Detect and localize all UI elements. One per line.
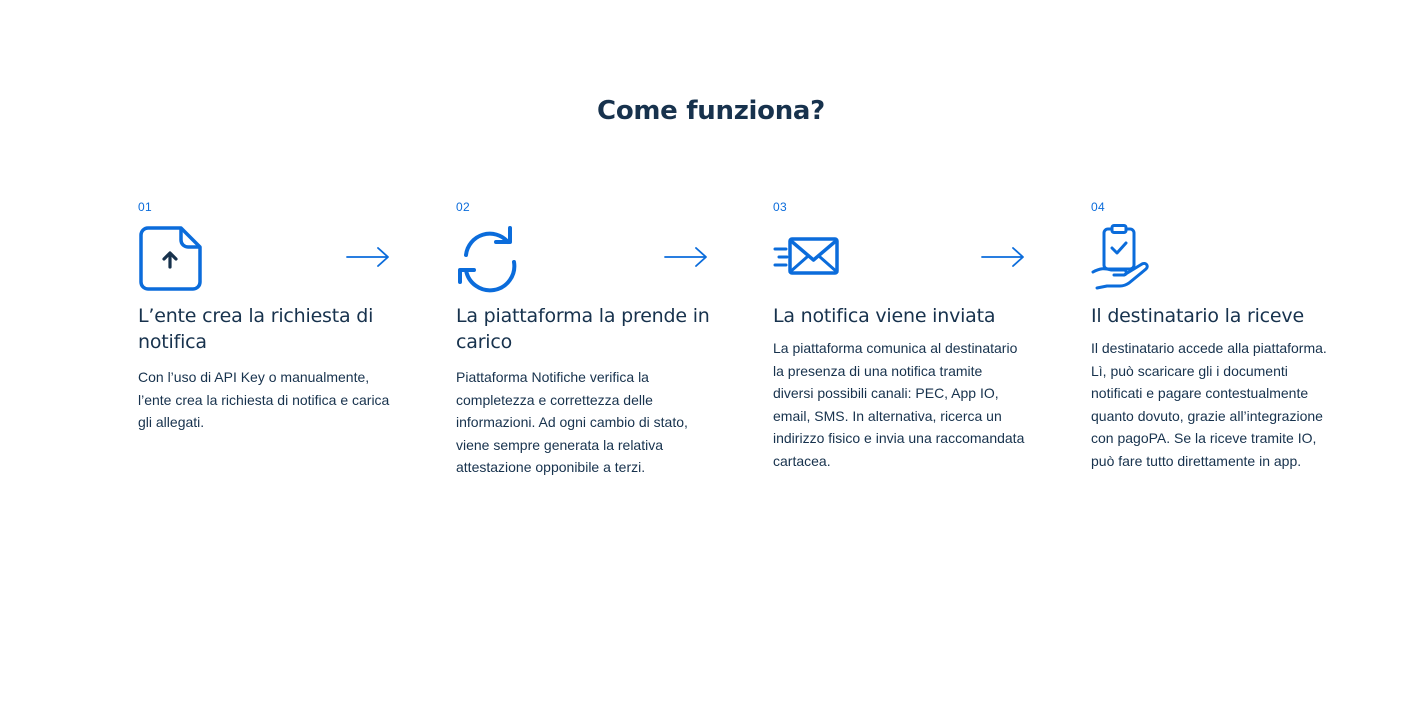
step-text: Piattaforma Notifiche verifica la comple… (456, 369, 688, 475)
arrow-right-icon (346, 247, 389, 267)
step-title: La piattaforma la prende in carico (456, 305, 710, 353)
section-title: Come funziona? (597, 96, 825, 126)
send-mail-icon (773, 224, 843, 294)
file-upload-icon (138, 224, 208, 294)
step-number: 02 (456, 200, 470, 214)
step-text: Con l’uso di API Key o manualmente, l’en… (138, 369, 390, 430)
arrow-right-icon (664, 247, 707, 267)
step-number: 03 (773, 200, 787, 214)
arrow-right-icon (981, 247, 1024, 267)
sync-icon (456, 224, 526, 294)
step-title: La notifica viene inviata (773, 305, 996, 327)
step-title: L’ente crea la richiesta di notifica (138, 305, 374, 353)
hand-clipboard-check-icon (1091, 224, 1161, 294)
step-3: 03 La notifica viene inviata La piattafo… (773, 200, 1033, 469)
step-text: La piattaforma comunica al destinatario … (773, 340, 1025, 469)
step-title: Il destinatario la riceve (1091, 305, 1304, 327)
step-number: 01 (138, 200, 152, 214)
step-number: 04 (1091, 200, 1105, 214)
step-4: 04 Il destinatario la riceve Il destinat… (1091, 200, 1351, 469)
step-text: Il destinatario accede alla piattaforma.… (1091, 340, 1327, 469)
step-2: 02 La piattaforma la prende in carico Pi… (456, 200, 716, 475)
step-1: 01 L’ente crea la richiesta di notifica … (138, 200, 398, 430)
